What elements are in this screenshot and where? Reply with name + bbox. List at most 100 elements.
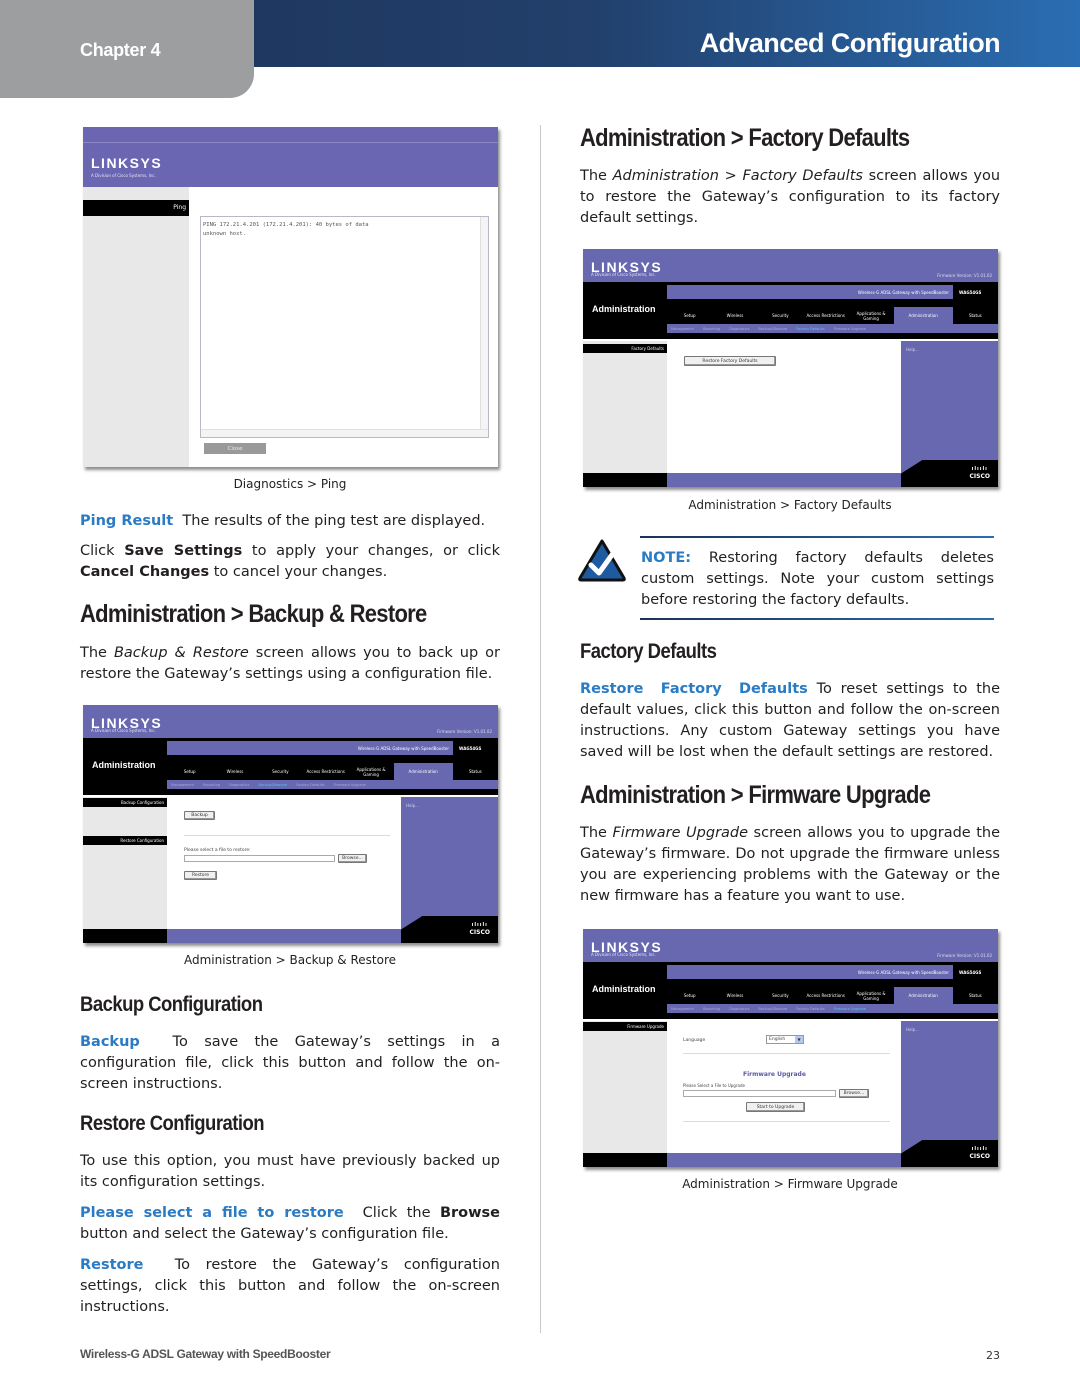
close-button[interactable]: Close [204, 443, 266, 454]
footer-mid [667, 473, 901, 487]
checkmark-note-icon [577, 538, 627, 582]
factory-defaults-heading: Administration > Factory Defaults [580, 124, 910, 152]
factory-intro: The Administration > Factory Defaults sc… [580, 166, 1000, 229]
note-label: NOTE: [641, 550, 692, 566]
subtab-reporting[interactable]: Reporting [203, 783, 220, 787]
subtab-backup-restore[interactable]: Backup&Restore [258, 783, 287, 787]
horizontal-scrollbar[interactable] [201, 429, 488, 437]
ping-output-textarea[interactable]: PING 172.21.4.201 (172.21.4.201): 40 byt… [200, 216, 489, 438]
cancel-changes-term: Cancel Changes [80, 564, 210, 580]
footer-left [583, 1153, 667, 1167]
side-label-restore: Restore Configuration [83, 836, 167, 845]
linksys-tagline: A Division of Cisco Systems, Inc. [91, 728, 156, 733]
subtab-firmware-upgrade[interactable]: Firmware Upgrade [834, 327, 866, 331]
tab-setup[interactable]: Setup [167, 763, 212, 780]
language-label: Language [683, 1038, 706, 1043]
text-italic: Firmware Upgrade [612, 825, 749, 841]
model-number: WAG54GS [959, 970, 982, 975]
tab-security[interactable]: Security [258, 763, 303, 780]
tab-status[interactable]: Status [953, 987, 998, 1004]
help-link[interactable]: Help... [906, 347, 919, 352]
factory-defaults-screenshot: LINKSYS A Division of Cisco Systems, Inc… [583, 249, 998, 487]
restore-factory-defaults-button[interactable]: Restore Factory Defaults [684, 356, 776, 366]
tab-applications-gaming[interactable]: Applications & Gaming [348, 763, 393, 780]
page-number: 23 [986, 1349, 1000, 1362]
model-number: WAG54GS [459, 746, 482, 751]
sub-tabs: Management Reporting Diagnostics Backup&… [667, 324, 998, 333]
backup-restore-intro: The Backup & Restore screen allows you t… [80, 643, 500, 685]
tab-access-restrictions[interactable]: Access Restrictions [803, 987, 848, 1004]
help-link[interactable]: Help... [906, 1027, 919, 1032]
backup-paragraph: Backup To save the Gateway’s settings in… [80, 1032, 500, 1095]
firmware-file-input[interactable] [683, 1090, 836, 1097]
firmware-upgrade-title: Firmware Upgrade [743, 1071, 806, 1078]
subtab-firmware-upgrade[interactable]: Firmware Upgrade [834, 1007, 866, 1011]
product-bar: Wireless-G ADSL Gateway with SpeedBooste… [667, 965, 953, 979]
footer-mid [167, 929, 401, 943]
restore-button[interactable]: Restore [184, 871, 217, 880]
tab-applications-gaming[interactable]: Applications & Gaming [848, 307, 893, 324]
product-name: Wireless-G ADSL Gateway with SpeedBooste… [857, 970, 949, 975]
tab-access-restrictions[interactable]: Access Restrictions [803, 307, 848, 324]
subtab-factory-defaults[interactable]: Factory Defaults [796, 1007, 825, 1011]
subtab-reporting[interactable]: Reporting [703, 327, 720, 331]
subtab-factory-defaults[interactable]: Factory Defaults [296, 783, 325, 787]
subtab-backup-restore[interactable]: Backup&Restore [758, 1007, 787, 1011]
tab-security[interactable]: Security [758, 307, 803, 324]
cisco-bars-icon: ılıılı [471, 922, 488, 928]
main-tabs: Setup Wireless Security Access Restricti… [167, 763, 498, 780]
subtab-management[interactable]: Management [171, 783, 194, 787]
tab-setup[interactable]: Setup [667, 987, 712, 1004]
text: button and select the Gateway’s configur… [80, 1226, 449, 1242]
subtab-management[interactable]: Management [671, 1007, 694, 1011]
cisco-bars-icon: ılıılı [971, 1146, 988, 1152]
subtab-management[interactable]: Management [671, 327, 694, 331]
tab-wireless[interactable]: Wireless [712, 307, 757, 324]
backup-button[interactable]: Backup [184, 811, 215, 820]
note-top-rule [640, 536, 994, 538]
tab-administration[interactable]: Administration [893, 307, 953, 324]
page-title-block: Administration [583, 282, 667, 339]
browse-button[interactable]: Browse... [338, 854, 367, 863]
restore-prompt-label: Please select a file to restore: [184, 848, 251, 853]
tab-wireless[interactable]: Wireless [212, 763, 257, 780]
text: The [580, 168, 613, 184]
linksys-banner: LINKSYS A Division of Cisco Systems, Inc… [583, 249, 998, 282]
subtab-diagnostics[interactable]: Diagnostics [229, 783, 249, 787]
help-panel: Help... [901, 341, 998, 473]
vertical-scrollbar[interactable] [480, 217, 488, 437]
tab-applications-gaming[interactable]: Applications & Gaming [848, 987, 893, 1004]
tab-administration[interactable]: Administration [393, 763, 453, 780]
sub-tabs: Management Reporting Diagnostics Backup&… [667, 1004, 998, 1013]
ping-side-panel [83, 187, 189, 467]
restore-file-input[interactable] [184, 855, 335, 862]
cisco-logo: ılıılı CISCO [970, 1146, 990, 1160]
start-upgrade-button[interactable]: Start to Upgrade [746, 1102, 805, 1112]
side-label-backup: Backup Configuration [83, 798, 167, 807]
tab-administration[interactable]: Administration [893, 987, 953, 1004]
main-tabs: Setup Wireless Security Access Restricti… [667, 987, 998, 1004]
help-link[interactable]: Help... [406, 803, 419, 808]
text: Click [80, 543, 125, 559]
browse-button[interactable]: Browse... [839, 1089, 869, 1098]
tab-setup[interactable]: Setup [667, 307, 712, 324]
subtab-firmware-upgrade[interactable]: Firmware Upgrade [334, 783, 366, 787]
tab-wireless[interactable]: Wireless [712, 987, 757, 1004]
figure-caption: Diagnostics > Ping [233, 477, 347, 491]
tab-status[interactable]: Status [453, 763, 498, 780]
subtab-backup-restore[interactable]: Backup&Restore [758, 327, 787, 331]
term-select-file: Please select a file to restore [80, 1205, 344, 1221]
footer-mid [667, 1153, 901, 1167]
subtab-reporting[interactable]: Reporting [703, 1007, 720, 1011]
product-bar: Wireless-G ADSL Gateway with SpeedBooste… [667, 285, 953, 299]
language-select[interactable]: English ▼ [766, 1035, 804, 1044]
tab-status[interactable]: Status [953, 307, 998, 324]
tab-security[interactable]: Security [758, 987, 803, 1004]
subtab-diagnostics[interactable]: Diagnostics [729, 327, 749, 331]
subtab-factory-defaults[interactable]: Factory Defaults [796, 327, 825, 331]
subtab-diagnostics[interactable]: Diagnostics [729, 1007, 749, 1011]
save-settings-paragraph: Click Save Settings to apply your change… [80, 541, 500, 583]
tab-access-restrictions[interactable]: Access Restrictions [303, 763, 348, 780]
side-panel [583, 1021, 667, 1153]
page-title-block: Administration [83, 738, 167, 795]
